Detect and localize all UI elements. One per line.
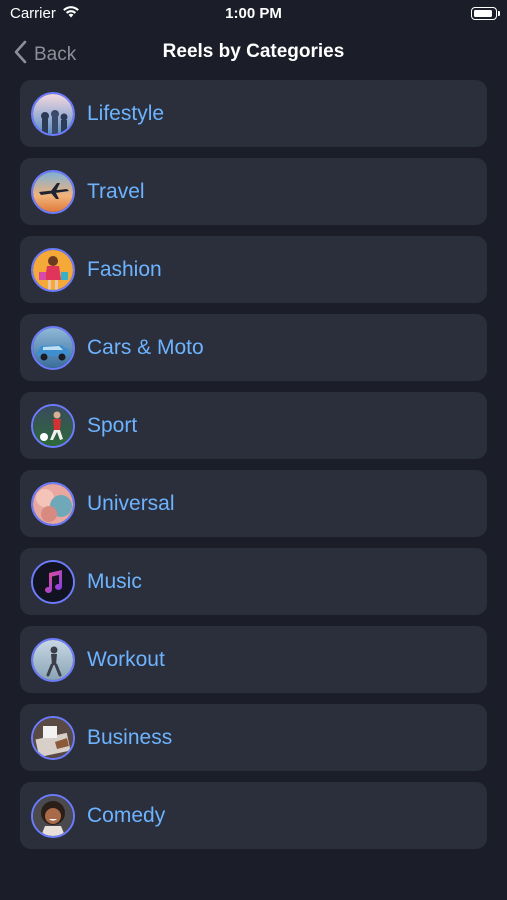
category-item-comedy[interactable]: Comedy [20, 782, 487, 849]
category-label-universal: Universal [87, 491, 175, 515]
category-item-lifestyle[interactable]: Lifestyle [20, 80, 487, 147]
category-item-fashion[interactable]: Fashion [20, 236, 487, 303]
status-bar: Carrier 1:00 PM [0, 0, 507, 28]
category-label-business: Business [87, 725, 173, 749]
category-label-sport: Sport [87, 413, 138, 437]
business-image-icon [31, 715, 75, 760]
cars-moto-image-icon [31, 325, 75, 370]
category-label-workout: Workout [87, 647, 165, 671]
category-list: Lifestyle Travel Fashion Cars & Moto Spo… [20, 80, 487, 860]
battery-icon [471, 7, 500, 20]
lifestyle-image-icon [31, 91, 75, 136]
fashion-image-icon [31, 247, 75, 292]
category-item-music[interactable]: Music [20, 548, 487, 615]
category-label-fashion: Fashion [87, 257, 162, 281]
category-item-workout[interactable]: Workout [20, 626, 487, 693]
universal-image-icon [31, 481, 75, 526]
category-item-sport[interactable]: Sport [20, 392, 487, 459]
category-item-cars-moto[interactable]: Cars & Moto [20, 314, 487, 381]
comedy-image-icon [31, 793, 75, 838]
sport-image-icon [31, 403, 75, 448]
navigation-bar: Back Reels by Categories [0, 30, 507, 74]
music-image-icon [31, 559, 75, 604]
page-title: Reels by Categories [162, 41, 345, 62]
category-item-universal[interactable]: Universal [20, 470, 487, 537]
category-item-business[interactable]: Business [20, 704, 487, 771]
category-label-music: Music [87, 569, 142, 593]
category-label-travel: Travel [87, 179, 145, 203]
category-label-lifestyle: Lifestyle [87, 101, 165, 125]
category-label-cars-moto: Cars & Moto [87, 335, 204, 359]
category-item-travel[interactable]: Travel [20, 158, 487, 225]
status-time: 1:00 PM [225, 5, 282, 22]
category-label-comedy: Comedy [87, 803, 166, 827]
travel-image-icon [31, 169, 75, 214]
workout-image-icon [31, 637, 75, 682]
